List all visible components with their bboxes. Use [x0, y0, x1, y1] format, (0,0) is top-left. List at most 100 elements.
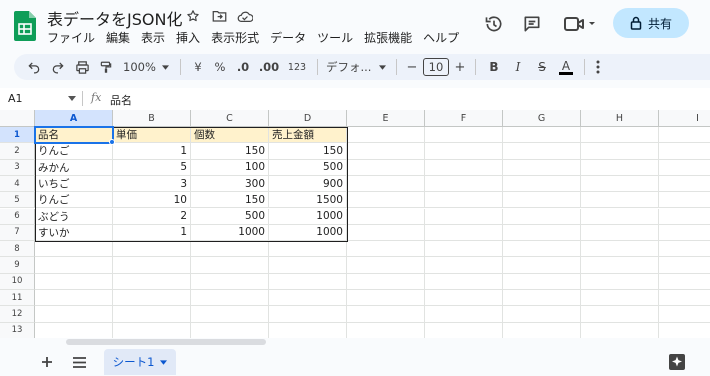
cell-c9[interactable] — [191, 257, 269, 274]
menu-insert[interactable]: 挿入 — [176, 29, 200, 46]
column-header-e[interactable]: E — [347, 110, 425, 127]
history-icon[interactable] — [482, 12, 506, 36]
bold-button[interactable]: B — [482, 56, 506, 78]
more-options-icon[interactable] — [591, 56, 605, 78]
cell-d9[interactable] — [269, 257, 347, 274]
cell-g7[interactable] — [503, 224, 581, 242]
column-header-b[interactable]: B — [113, 110, 191, 127]
row-header-11[interactable]: 11 — [0, 290, 35, 307]
move-folder-icon[interactable] — [210, 7, 228, 25]
cell-e13[interactable] — [347, 322, 425, 338]
strikethrough-button[interactable]: S — [530, 56, 554, 78]
column-header-f[interactable]: F — [425, 110, 503, 127]
cell-i5[interactable] — [659, 192, 710, 209]
cell-a1[interactable]: 品名 — [35, 127, 113, 144]
cell-i1[interactable] — [659, 127, 710, 144]
cell-e10[interactable] — [347, 273, 425, 290]
cell-c4[interactable]: 300 — [191, 175, 269, 193]
number-format-button[interactable]: 123 — [283, 56, 311, 78]
cell-f12[interactable] — [425, 306, 503, 323]
cell-h7[interactable] — [581, 224, 659, 242]
cell-e8[interactable] — [347, 241, 425, 258]
cell-d5[interactable]: 1500 — [269, 192, 347, 209]
menu-format[interactable]: 表示形式 — [211, 29, 259, 46]
cell-f8[interactable] — [425, 241, 503, 258]
cell-e7[interactable] — [347, 224, 425, 242]
cell-b4[interactable]: 3 — [113, 175, 191, 193]
cell-f5[interactable] — [425, 192, 503, 209]
explore-icon[interactable] — [668, 353, 686, 371]
select-all-corner[interactable] — [0, 110, 35, 127]
cell-b2[interactable]: 1 — [113, 143, 191, 160]
cell-c3[interactable]: 100 — [191, 159, 269, 176]
row-header-7[interactable]: 7 — [0, 224, 35, 242]
cell-c5[interactable]: 150 — [191, 192, 269, 209]
cell-d11[interactable] — [269, 290, 347, 307]
cell-i9[interactable] — [659, 257, 710, 274]
cell-b1[interactable]: 単価 — [113, 127, 191, 144]
cell-a10[interactable] — [35, 273, 113, 290]
horizontal-scrollbar[interactable] — [66, 339, 266, 345]
cell-a12[interactable] — [35, 306, 113, 323]
cell-h9[interactable] — [581, 257, 659, 274]
cell-a9[interactable] — [35, 257, 113, 274]
increase-font-size-button[interactable]: + — [451, 56, 469, 78]
comments-icon[interactable] — [520, 12, 544, 36]
cell-i4[interactable] — [659, 176, 710, 193]
cell-g5[interactable] — [503, 192, 581, 209]
cell-c6[interactable]: 500 — [191, 208, 269, 225]
row-header-2[interactable]: 2 — [0, 143, 35, 160]
cell-c1[interactable]: 個数 — [191, 127, 269, 144]
menu-file[interactable]: ファイル — [47, 29, 95, 46]
font-size-input[interactable]: 10 — [423, 58, 449, 76]
menu-data[interactable]: データ — [270, 29, 306, 46]
cell-b10[interactable] — [113, 273, 191, 290]
cell-i7[interactable] — [659, 225, 710, 242]
cell-b9[interactable] — [113, 257, 191, 274]
cell-i11[interactable] — [659, 290, 710, 307]
cell-h6[interactable] — [581, 208, 659, 225]
cell-g10[interactable] — [503, 273, 581, 290]
row-header-5[interactable]: 5 — [0, 192, 35, 209]
cell-g9[interactable] — [503, 257, 581, 274]
row-header-1[interactable]: 1 — [0, 127, 35, 144]
cell-g11[interactable] — [503, 290, 581, 307]
cell-e11[interactable] — [347, 290, 425, 307]
decrease-font-size-button[interactable]: − — [403, 56, 421, 78]
cell-c7[interactable]: 1000 — [191, 224, 269, 242]
row-header-3[interactable]: 3 — [0, 159, 35, 176]
zoom-select[interactable]: 100% — [118, 56, 174, 78]
meet-icon[interactable] — [562, 12, 598, 36]
cell-e5[interactable] — [347, 192, 425, 209]
cell-b3[interactable]: 5 — [113, 159, 191, 176]
share-button[interactable]: 共有 — [613, 8, 689, 38]
column-header-i[interactable]: I — [659, 110, 710, 127]
formula-input[interactable]: 品名 — [110, 92, 132, 108]
cell-f10[interactable] — [425, 273, 503, 290]
cell-h12[interactable] — [581, 306, 659, 323]
all-sheets-icon[interactable] — [70, 353, 88, 371]
cell-b6[interactable]: 2 — [113, 208, 191, 225]
undo-icon[interactable] — [22, 56, 46, 78]
cell-b8[interactable] — [113, 241, 191, 258]
cell-h8[interactable] — [581, 241, 659, 258]
cell-i2[interactable] — [659, 143, 710, 160]
row-header-8[interactable]: 8 — [0, 241, 35, 258]
redo-icon[interactable] — [46, 56, 70, 78]
name-box[interactable]: A1 — [8, 92, 76, 105]
cell-f11[interactable] — [425, 290, 503, 307]
cell-d8[interactable] — [269, 241, 347, 258]
menu-help[interactable]: ヘルプ — [423, 29, 459, 46]
print-icon[interactable] — [70, 56, 94, 78]
row-header-10[interactable]: 10 — [0, 273, 35, 290]
cell-c10[interactable] — [191, 273, 269, 290]
cell-f6[interactable] — [425, 208, 503, 225]
cell-b7[interactable]: 1 — [113, 224, 191, 242]
cell-d13[interactable] — [269, 322, 347, 338]
cell-d7[interactable]: 1000 — [269, 224, 347, 242]
document-title[interactable]: 表データをJSON化 — [47, 6, 182, 30]
cell-i10[interactable] — [659, 274, 710, 290]
cell-a8[interactable] — [35, 241, 113, 258]
cell-i6[interactable] — [659, 209, 710, 225]
cell-g12[interactable] — [503, 306, 581, 323]
